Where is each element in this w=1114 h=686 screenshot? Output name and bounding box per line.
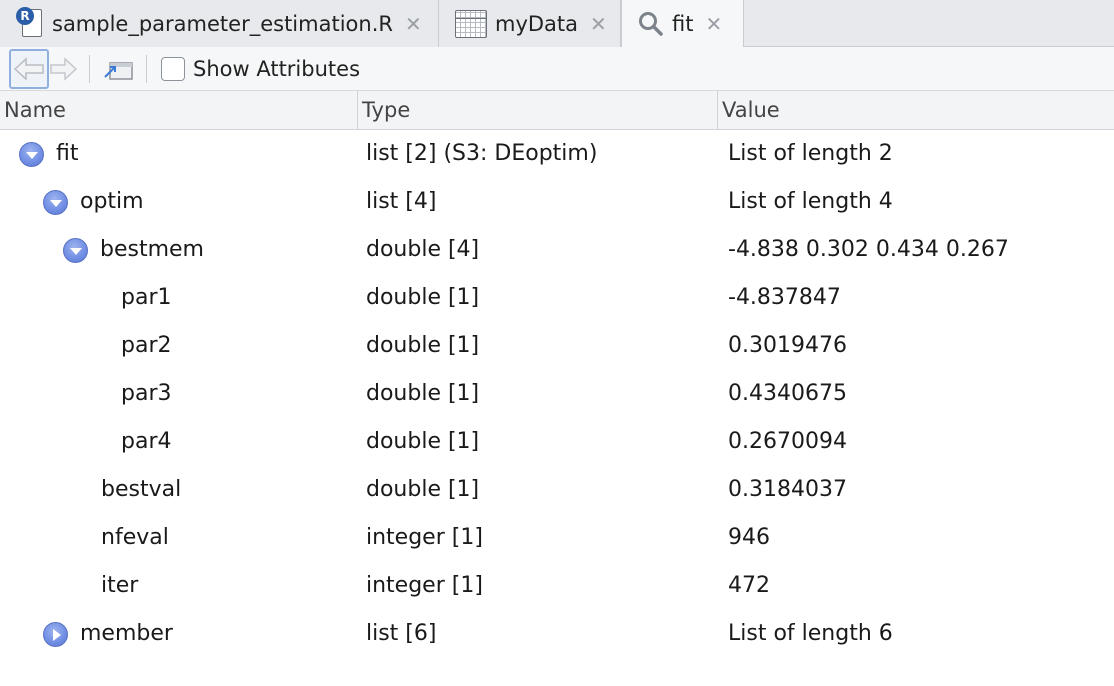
table-row[interactable]: par2 double [1] 0.3019476	[0, 322, 1114, 370]
data-grid-icon	[455, 9, 487, 38]
table-row[interactable]: par4 double [1] 0.2670094	[0, 418, 1114, 466]
column-header-value[interactable]: Value	[717, 91, 1114, 130]
table-row[interactable]: fit list [2] (S3: DEoptim) List of lengt…	[0, 130, 1114, 178]
row-name: par2	[121, 333, 172, 358]
row-type: double [1]	[366, 429, 480, 454]
row-type: integer [1]	[366, 525, 483, 550]
show-attributes-label: Show Attributes	[193, 56, 361, 81]
row-name: bestval	[101, 477, 182, 502]
row-value: 0.3184037	[728, 477, 847, 502]
row-type: list [6]	[366, 621, 437, 646]
row-type: double [1]	[366, 381, 480, 406]
tab-label: myData	[495, 11, 579, 36]
column-header-type[interactable]: Type	[357, 91, 717, 130]
forward-button[interactable]	[49, 49, 79, 89]
row-value: 0.2670094	[728, 429, 847, 454]
close-icon[interactable]: ✕	[705, 12, 722, 36]
row-type: integer [1]	[366, 573, 483, 598]
search-icon	[639, 12, 663, 36]
tab-mydata[interactable]: myData ✕	[439, 0, 621, 47]
row-value: List of length 2	[728, 141, 893, 166]
collapse-toggle-icon[interactable]	[19, 141, 44, 167]
table-row[interactable]: par1 double [1] -4.837847	[0, 274, 1114, 322]
table-row[interactable]: bestval double [1] 0.3184037	[0, 466, 1114, 514]
tab-label: fit	[672, 12, 694, 36]
close-icon[interactable]: ✕	[405, 12, 422, 36]
tab-label: sample_parameter_estimation.R	[52, 11, 393, 36]
back-button[interactable]	[9, 48, 49, 89]
row-value: -4.838 0.302 0.434 0.267	[728, 237, 1009, 262]
row-type: double [1]	[366, 333, 480, 358]
tab-fit[interactable]: fit ✕	[621, 0, 744, 48]
arrow-right-icon	[50, 56, 78, 81]
expand-toggle-icon[interactable]	[43, 621, 68, 647]
object-tree: fit list [2] (S3: DEoptim) List of lengt…	[0, 130, 1114, 658]
row-name: bestmem	[100, 237, 204, 262]
row-value: 0.3019476	[728, 333, 847, 358]
arrow-left-icon	[13, 56, 44, 81]
row-value: List of length 4	[728, 189, 893, 214]
toolbar-separator	[89, 54, 90, 83]
show-attributes-toggle[interactable]: Show Attributes	[161, 56, 361, 81]
column-header-name[interactable]: Name	[0, 91, 357, 130]
row-value: 946	[728, 525, 770, 550]
collapse-toggle-icon[interactable]	[43, 189, 68, 215]
table-row[interactable]: iter integer [1] 472	[0, 562, 1114, 610]
row-type: double [1]	[366, 477, 480, 502]
row-value: 472	[728, 573, 770, 598]
close-icon[interactable]: ✕	[590, 12, 607, 36]
tab-bar: R sample_parameter_estimation.R ✕ myData…	[0, 0, 1114, 48]
show-attributes-checkbox[interactable]	[161, 56, 185, 81]
table-row[interactable]: optim list [4] List of length 4	[0, 178, 1114, 226]
row-type: list [2] (S3: DEoptim)	[366, 141, 598, 166]
row-name: par4	[121, 429, 172, 454]
table-row[interactable]: bestmem double [4] -4.838 0.302 0.434 0.…	[0, 226, 1114, 274]
table-header: Name Type Value	[0, 91, 1114, 130]
row-name: optim	[80, 189, 144, 214]
row-name: member	[80, 621, 173, 646]
row-name: par3	[121, 381, 172, 406]
table-row[interactable]: nfeval integer [1] 946	[0, 514, 1114, 562]
row-name: iter	[101, 573, 139, 598]
row-name: par1	[121, 285, 172, 310]
open-in-new-window-button[interactable]	[100, 49, 136, 89]
row-type: double [4]	[366, 237, 480, 262]
popout-icon	[104, 61, 133, 80]
tab-sample-parameter-estimation[interactable]: R sample_parameter_estimation.R ✕	[0, 0, 439, 47]
row-type: list [4]	[366, 189, 437, 214]
table-row[interactable]: member list [6] List of length 6	[0, 610, 1114, 658]
toolbar: Show Attributes	[0, 47, 1114, 91]
toolbar-separator	[146, 54, 147, 83]
row-name: fit	[56, 141, 79, 166]
collapse-toggle-icon[interactable]	[63, 237, 88, 263]
row-type: double [1]	[366, 285, 480, 310]
row-name: nfeval	[101, 525, 169, 550]
row-value: -4.837847	[728, 285, 841, 310]
r-file-icon: R	[16, 6, 44, 41]
table-row[interactable]: par3 double [1] 0.4340675	[0, 370, 1114, 418]
row-value: 0.4340675	[728, 381, 847, 406]
row-value: List of length 6	[728, 621, 893, 646]
